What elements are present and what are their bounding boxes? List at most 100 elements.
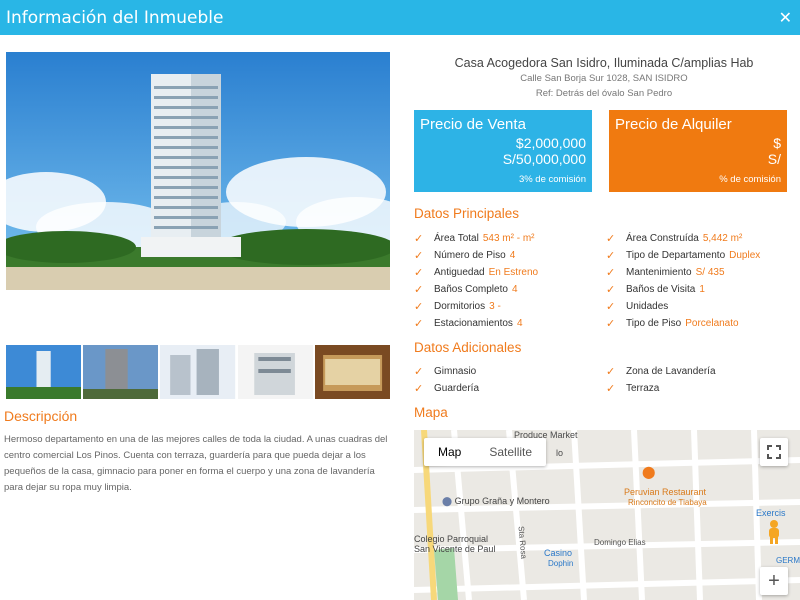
tab-map[interactable]: Map [424, 438, 475, 466]
check-icon: ✓ [414, 249, 424, 262]
feature-value: En Estreno [488, 267, 539, 278]
building-photo [6, 52, 390, 290]
check-icon: ✓ [606, 249, 616, 262]
description-title: Descripción [4, 408, 78, 424]
rent-price-box: Precio de Alquiler $ S/ % de comisión [609, 110, 787, 192]
feature-label: Terraza [626, 383, 660, 394]
feature-value: 1 [699, 284, 705, 295]
feature-item: ✓ Guardería [414, 382, 479, 395]
feature-item: ✓ Dormitorios 3 - [414, 300, 501, 313]
datos-principales-title: Datos Principales [414, 206, 520, 221]
feature-label: Área Construída [626, 233, 699, 244]
feature-item: ✓ Unidades [606, 300, 672, 313]
close-icon[interactable]: ✕ [779, 8, 792, 28]
property-reference: Ref: Detrás del óvalo San Pedro [535, 88, 673, 99]
sale-price-usd: $2,000,000 [515, 135, 586, 151]
feature-label: Zona de Lavandería [626, 366, 716, 377]
check-icon: ✓ [414, 300, 424, 313]
thumbnail-1[interactable] [6, 345, 82, 399]
thumbnail-strip [6, 345, 391, 399]
feature-value: 543 m² - m² [482, 233, 535, 244]
map-label: lo [556, 448, 564, 458]
modal-header: Información del Inmueble ✕ [0, 0, 800, 35]
restaurant-icon: ⬤ [642, 465, 656, 479]
location-pin-icon: ⬤ [442, 496, 453, 506]
feature-label: Baños de Visita [626, 284, 696, 295]
map-label: Exercis [756, 508, 786, 518]
feature-item: ✓ Baños Completo 4 [414, 283, 518, 296]
feature-item: ✓ Tipo de Departamento Duplex [606, 249, 760, 262]
feature-value: S/ 435 [695, 267, 725, 278]
check-icon: ✓ [606, 266, 616, 279]
feature-item: ✓ Área Total 543 m² - m² [414, 232, 535, 245]
map-label: Colegio Parroquial [414, 534, 489, 544]
feature-value: 5,442 m² [702, 233, 743, 244]
check-icon: ✓ [414, 283, 424, 296]
main-photo[interactable] [6, 52, 390, 290]
check-icon: ✓ [606, 365, 616, 378]
check-icon: ✓ [606, 232, 616, 245]
feature-label: Dormitorios [434, 301, 486, 312]
feature-label: Tipo de Departamento [626, 250, 726, 261]
street-view-button[interactable] [760, 518, 788, 546]
check-icon: ✓ [606, 300, 616, 313]
description-text: Hermoso departamento en una de las mejor… [4, 434, 388, 493]
feature-label: Gimnasio [434, 366, 477, 377]
feature-value: Porcelanato [685, 318, 739, 329]
pegman-icon [769, 520, 779, 544]
feature-item: ✓ Antiguedad En Estreno [414, 266, 538, 279]
thumbnail-5[interactable] [314, 345, 391, 399]
sale-commission: 3% de comisión [518, 174, 586, 185]
feature-item: ✓ Baños de Visita 1 [606, 283, 705, 296]
feature-label: Antiguedad [434, 267, 485, 278]
check-icon: ✓ [414, 232, 424, 245]
feature-label: Unidades [626, 301, 669, 312]
feature-label: Guardería [434, 383, 480, 394]
feature-label: Mantenimiento [626, 267, 692, 278]
map-label: San Vicente de Paul [414, 544, 496, 554]
rent-commission: % de comisión [719, 174, 781, 185]
check-icon: ✓ [606, 283, 616, 296]
map-label: Domingo Elias [594, 538, 646, 547]
check-icon: ✓ [414, 382, 424, 395]
thumbnail-3[interactable] [160, 345, 236, 399]
feature-item: ✓ Área Construída 5,442 m² [606, 232, 742, 245]
property-address: Calle San Borja Sur 1028, SAN ISIDRO [520, 73, 688, 84]
feature-item: ✓ Número de Piso 4 [414, 249, 515, 262]
map-label: Rinconcito de Tiabaya [628, 498, 707, 507]
map-widget[interactable]: Produce Market lo ⬤ Grupo Graña y Monter… [414, 430, 800, 600]
check-icon: ✓ [414, 365, 424, 378]
zoom-in-button[interactable]: + [760, 567, 788, 595]
sale-price-pen: S/50,000,000 [502, 151, 586, 167]
thumbnail-2[interactable] [83, 345, 159, 399]
datos-adicionales-title: Datos Adicionales [414, 340, 522, 355]
feature-value: 3 - [489, 301, 501, 312]
feature-label: Número de Piso [434, 250, 506, 261]
fullscreen-button[interactable] [760, 438, 788, 466]
rent-price-pen: S/ [767, 151, 781, 167]
feature-label: Baños Completo [434, 284, 508, 295]
map-label: GERMS [776, 556, 800, 565]
feature-label: Estacionamientos [434, 318, 513, 329]
map-label: Casino [544, 548, 573, 558]
rent-price-label: Precio de Alquiler [615, 116, 732, 133]
feature-item: ✓ Terraza [606, 382, 659, 395]
sale-price-label: Precio de Venta [420, 116, 526, 133]
fullscreen-icon [767, 445, 781, 459]
sale-price-box: Precio de Venta $2,000,000 S/50,000,000 … [414, 110, 592, 192]
feature-item: ✓ Gimnasio [414, 365, 476, 378]
thumbnail-4[interactable] [237, 345, 313, 399]
check-icon: ✓ [606, 317, 616, 330]
property-title: Casa Acogedora San Isidro, Iluminada C/a… [454, 56, 754, 70]
feature-label: Tipo de Piso [626, 318, 682, 329]
map-label: Dophin [548, 559, 574, 568]
feature-item: ✓ Zona de Lavandería [606, 365, 716, 378]
rent-price-usd: $ [773, 135, 781, 151]
tab-satellite[interactable]: Satellite [475, 438, 546, 466]
feature-value: Duplex [729, 250, 761, 261]
modal-title: Información del Inmueble [6, 7, 224, 28]
feature-value: 4 [516, 318, 523, 329]
map-label: Peruvian Restaurant [624, 487, 707, 497]
map-title: Mapa [414, 405, 448, 420]
check-icon: ✓ [606, 382, 616, 395]
